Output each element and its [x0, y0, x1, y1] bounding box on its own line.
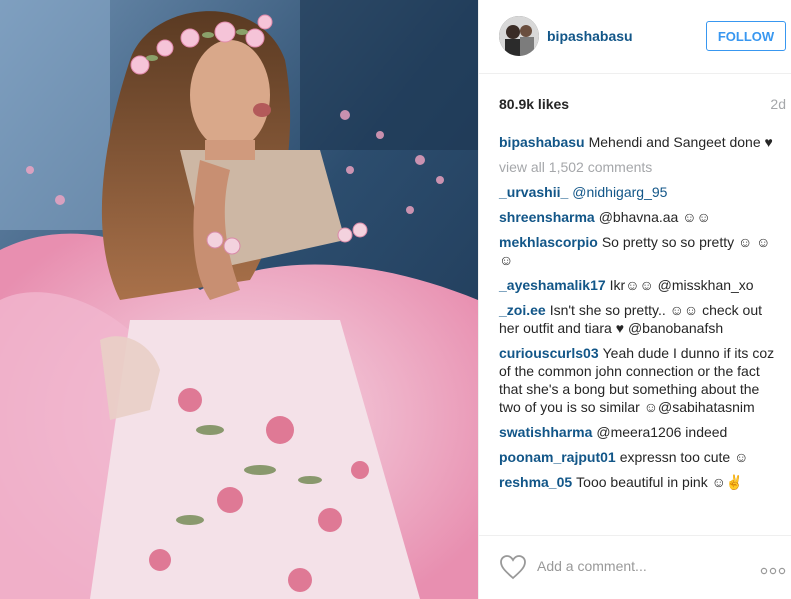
- comment-item: swatishharma @meera1206 indeed: [499, 423, 779, 441]
- post-stats: 80.9k likes 2d: [479, 74, 791, 130]
- comment-username[interactable]: mekhlascorpio: [499, 234, 598, 250]
- comment-username[interactable]: shreensharma: [499, 209, 595, 225]
- comment-username[interactable]: reshma_05: [499, 474, 572, 490]
- caption-text: Mehendi and Sangeet done ♥: [588, 134, 773, 150]
- post-header: bipashabasu FOLLOW: [479, 0, 791, 74]
- comment-item: _urvashii_ @nidhigarg_95: [499, 183, 779, 201]
- comment-username[interactable]: _ayeshamalik17: [499, 277, 606, 293]
- comment-item: _zoi.ee Isn't she so pretty.. ☺☺ check ou…: [499, 301, 779, 337]
- comment-item: reshma_05 Tooo beautiful in pink ☺✌: [499, 473, 779, 491]
- comment-text: @nidhigarg_95: [572, 184, 668, 200]
- comment-text: Ikr☺☺ @misskhan_xo: [609, 277, 754, 293]
- comment-username[interactable]: swatishharma: [499, 424, 592, 440]
- comment-text: @meera1206 indeed: [596, 424, 728, 440]
- comment-username[interactable]: poonam_rajput01: [499, 449, 616, 465]
- post-details-panel: bipashabasu FOLLOW 80.9k likes 2d bipash…: [478, 0, 791, 599]
- avatar[interactable]: [499, 16, 539, 56]
- likes-count[interactable]: 80.9k likes: [499, 96, 569, 112]
- view-all-comments-link[interactable]: view all 1,502 comments: [499, 158, 779, 176]
- comments-list: bipashabasu Mehendi and Sangeet done ♥ vi…: [499, 133, 779, 498]
- post-photo[interactable]: [0, 0, 478, 599]
- comment-item: shreensharma @bhavna.aa ☺☺: [499, 208, 779, 226]
- post-footer: [479, 535, 791, 599]
- follow-button[interactable]: FOLLOW: [706, 21, 786, 51]
- post-author-username[interactable]: bipashabasu: [547, 28, 633, 44]
- caption: bipashabasu Mehendi and Sangeet done ♥: [499, 133, 779, 151]
- comment-item: poonam_rajput01 expressn too cute ☺: [499, 448, 779, 466]
- comment-text: Tooo beautiful in pink ☺✌: [576, 474, 744, 490]
- comment-text: @bhavna.aa ☺☺: [598, 209, 711, 225]
- comment-username[interactable]: _urvashii_: [499, 184, 568, 200]
- comment-item: mekhlascorpio So pretty so so pretty ☺ ☺☺: [499, 233, 779, 269]
- comment-text: expressn too cute ☺: [619, 449, 749, 465]
- add-comment-input[interactable]: [537, 554, 747, 578]
- comment-item: curiouscurls03 Yeah dude I dunno if its c…: [499, 344, 779, 416]
- comment-username[interactable]: curiouscurls03: [499, 345, 599, 361]
- caption-username[interactable]: bipashabasu: [499, 134, 585, 150]
- post-image-illustration: [0, 0, 478, 599]
- comment-item: _ayeshamalik17 Ikr☺☺ @misskhan_xo: [499, 276, 779, 294]
- post-time[interactable]: 2d: [770, 96, 786, 112]
- heart-icon[interactable]: [499, 554, 527, 580]
- more-options-icon[interactable]: [760, 562, 786, 575]
- comment-username[interactable]: _zoi.ee: [499, 302, 546, 318]
